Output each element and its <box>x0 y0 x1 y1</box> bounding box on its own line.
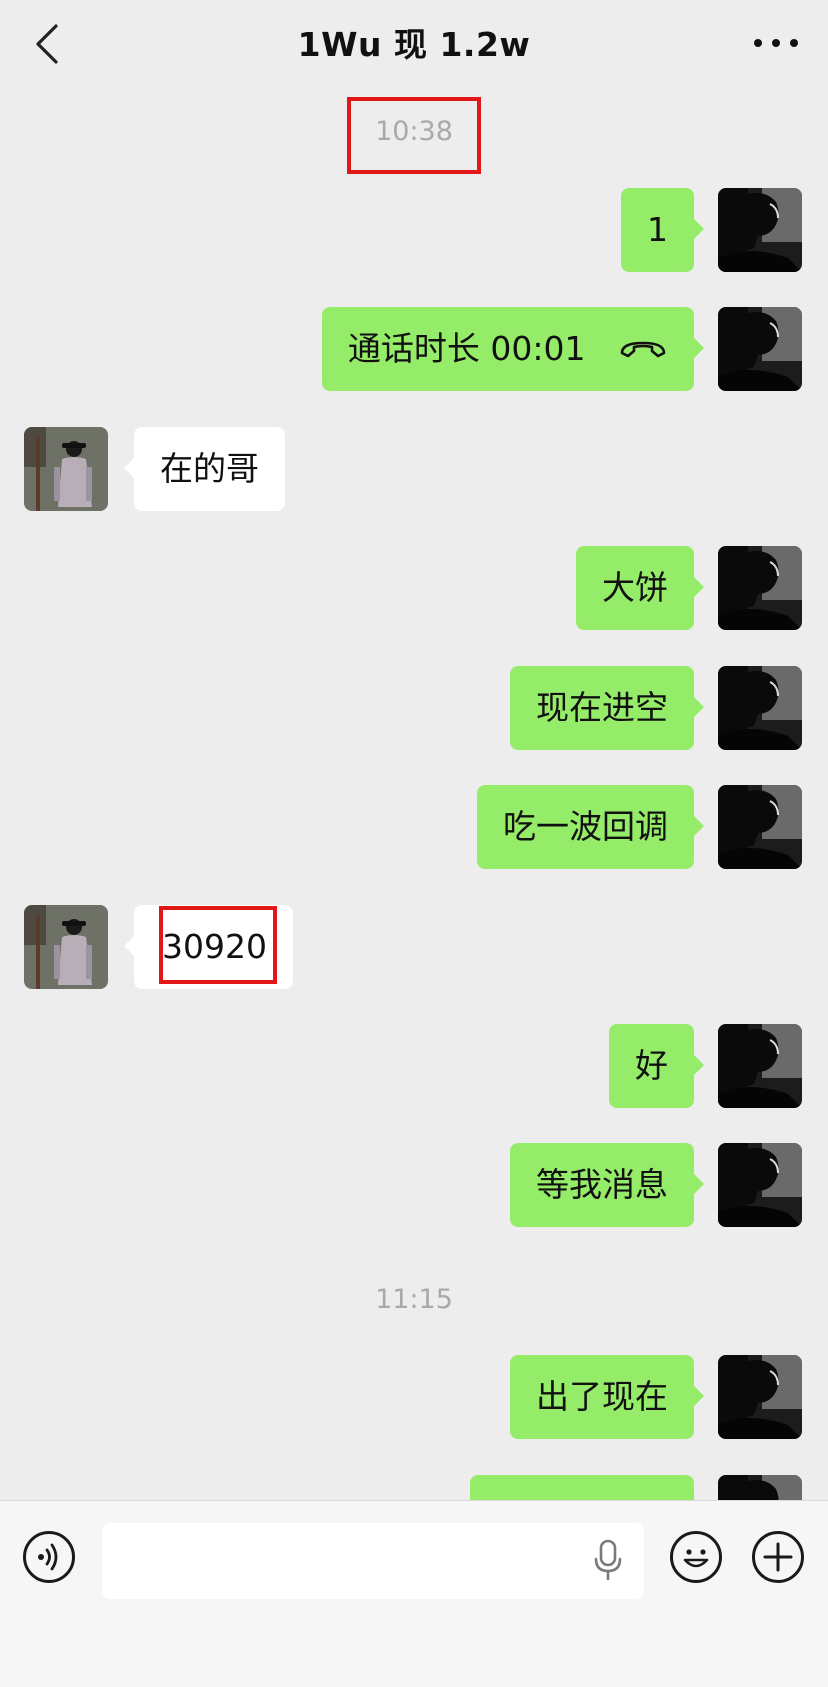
message-row: 1 <box>0 188 828 274</box>
message-text: 1 <box>647 210 668 249</box>
voice-icon <box>38 1543 58 1571</box>
voice-button[interactable] <box>23 1531 75 1583</box>
message-bubble[interactable]: 现在进空 <box>510 666 704 750</box>
microphone-icon <box>594 1539 622 1581</box>
message-bubble[interactable]: 等我消息 <box>510 1143 704 1227</box>
highlight-annotation <box>159 906 277 984</box>
message-row: 通话时长 00:01 <box>0 307 828 393</box>
timestamp: 11:15 <box>375 1284 453 1315</box>
message-row: 30920 <box>0 905 828 991</box>
message-text: 等我消息 <box>536 1165 668 1204</box>
message-row: 吃一波回调 <box>0 785 828 871</box>
message-bubble[interactable]: 吃一波回调 <box>477 785 704 869</box>
message-bubble[interactable]: 1 <box>621 188 704 272</box>
avatar[interactable] <box>718 1024 802 1108</box>
message-text: 大饼 <box>602 568 668 607</box>
message-text: 好 <box>635 1046 668 1085</box>
plus-icon <box>763 1542 793 1572</box>
avatar[interactable] <box>718 1355 802 1439</box>
message-bubble[interactable]: 出了现在 <box>510 1355 704 1439</box>
phone-hangup-icon <box>620 341 666 357</box>
message-input[interactable] <box>102 1523 644 1599</box>
ellipsis-icon <box>754 39 762 47</box>
message-row: 现在进空 <box>0 666 828 752</box>
plus-button[interactable] <box>752 1531 804 1583</box>
input-bar <box>0 1500 828 1618</box>
avatar[interactable] <box>718 546 802 630</box>
avatar[interactable] <box>718 307 802 391</box>
microphone-button[interactable] <box>592 1539 624 1585</box>
message-text: 现在进空 <box>536 688 668 727</box>
message-row: 等我消息 <box>0 1143 828 1229</box>
message-bubble[interactable]: 通话时长 00:01 <box>321 307 705 391</box>
message-text: 通话时长 00:01 <box>347 329 586 368</box>
avatar[interactable] <box>24 427 108 511</box>
avatar[interactable] <box>24 905 108 989</box>
message-row: 大饼 <box>0 546 828 632</box>
avatar[interactable] <box>718 785 802 869</box>
message-text: 在的哥 <box>160 449 259 488</box>
safe-area <box>0 1617 828 1687</box>
emoji-icon <box>683 1549 709 1568</box>
message-row: 在的哥 <box>0 427 828 513</box>
message-bubble[interactable]: 大饼 <box>576 546 704 630</box>
message-row: 好 <box>0 1024 828 1110</box>
message-text: 出了现在 <box>536 1377 668 1416</box>
message-bubble[interactable]: 在的哥 <box>124 427 285 511</box>
avatar[interactable] <box>718 188 802 272</box>
message-row: 出了现在 <box>0 1355 828 1441</box>
avatar[interactable] <box>718 1143 802 1227</box>
emoji-button[interactable] <box>670 1531 722 1583</box>
highlight-annotation <box>347 97 481 174</box>
avatar[interactable] <box>718 666 802 750</box>
more-button[interactable] <box>754 34 798 52</box>
message-bubble[interactable]: 好 <box>609 1024 704 1108</box>
message-text: 吃一波回调 <box>503 807 668 846</box>
chat-header: 1Wu 现 1.2w <box>0 0 828 88</box>
chat-title: 1Wu 现 1.2w <box>297 25 531 64</box>
